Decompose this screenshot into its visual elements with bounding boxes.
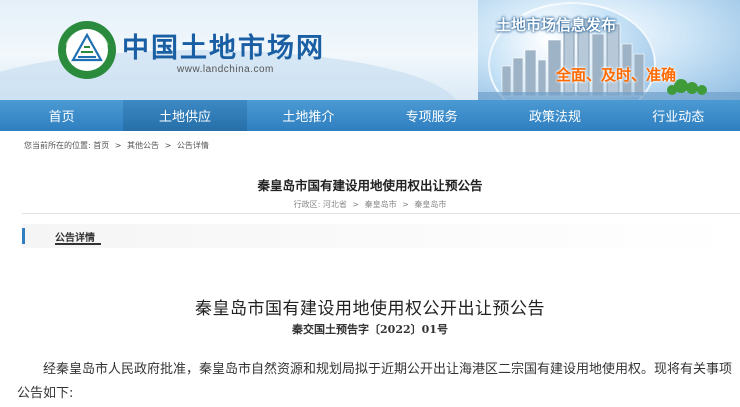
nav-item-land-supply[interactable]: 土地供应 <box>123 100 247 131</box>
breadcrumb-home[interactable]: 首页 <box>93 141 109 150</box>
document-number: 秦交国土预告字〔2022〕01号 <box>292 323 448 336</box>
region-separator: > <box>402 200 409 209</box>
document-paragraph: 经秦皇岛市人民政府批准，秦皇岛市自然资源和规划局拟于近期公开出让海港区二宗国有建… <box>17 362 733 401</box>
section-header: 公告详情 <box>22 224 740 248</box>
breadcrumb: 您当前所在的位置: 首页 > 其他公告 > 公告详情 <box>24 140 209 151</box>
land-market-emblem-icon[interactable] <box>57 20 117 80</box>
main-nav: 首页 土地供应 土地推介 专项服务 政策法规 行业动态 <box>0 100 740 131</box>
nav-item-policies-regulations[interactable]: 政策法规 <box>493 100 616 131</box>
region-path: 行政区: 河北省 > 秦皇岛市 > 秦皇岛市 <box>0 199 740 210</box>
info-banner: 土地市场信息发布 全面、及时、准确 <box>478 0 740 100</box>
section-underline <box>55 243 101 245</box>
breadcrumb-prefix: 您当前所在的位置: <box>24 141 91 150</box>
region-district: 秦皇岛市 <box>414 200 447 209</box>
nav-item-land-promotion[interactable]: 土地推介 <box>247 100 370 131</box>
document-title: 秦皇岛市国有建设用地使用权公开出让预公告 <box>195 299 545 319</box>
breadcrumb-separator: > <box>164 141 172 150</box>
divider <box>22 213 740 214</box>
breadcrumb-separator: > <box>114 141 122 150</box>
region-label: 行政区: <box>293 200 321 209</box>
notice-title: 秦皇岛市国有建设用地使用权出让预公告 <box>257 178 483 193</box>
section-label: 公告详情 <box>55 233 95 244</box>
nav-item-industry-news[interactable]: 行业动态 <box>617 100 740 131</box>
breadcrumb-other-notices[interactable]: 其他公告 <box>127 141 159 150</box>
site-name[interactable]: 中国土地市场网 <box>122 26 325 65</box>
site-header: 中国土地市场网 www.landchina.com 土地市场信息发布 全面、及时… <box>0 0 740 100</box>
banner-slogan: 全面、及时、准确 <box>556 66 677 84</box>
nav-item-special-services[interactable]: 专项服务 <box>370 100 493 131</box>
section-accent <box>22 228 25 244</box>
breadcrumb-notice-detail: 公告详情 <box>176 141 209 150</box>
region-city: 秦皇岛市 <box>364 200 397 209</box>
site-url[interactable]: www.landchina.com <box>177 64 274 75</box>
region-separator: > <box>352 200 360 209</box>
nav-item-home[interactable]: 首页 <box>0 100 123 131</box>
banner-title: 土地市场信息发布 <box>496 16 617 34</box>
region-province: 河北省 <box>322 200 347 209</box>
